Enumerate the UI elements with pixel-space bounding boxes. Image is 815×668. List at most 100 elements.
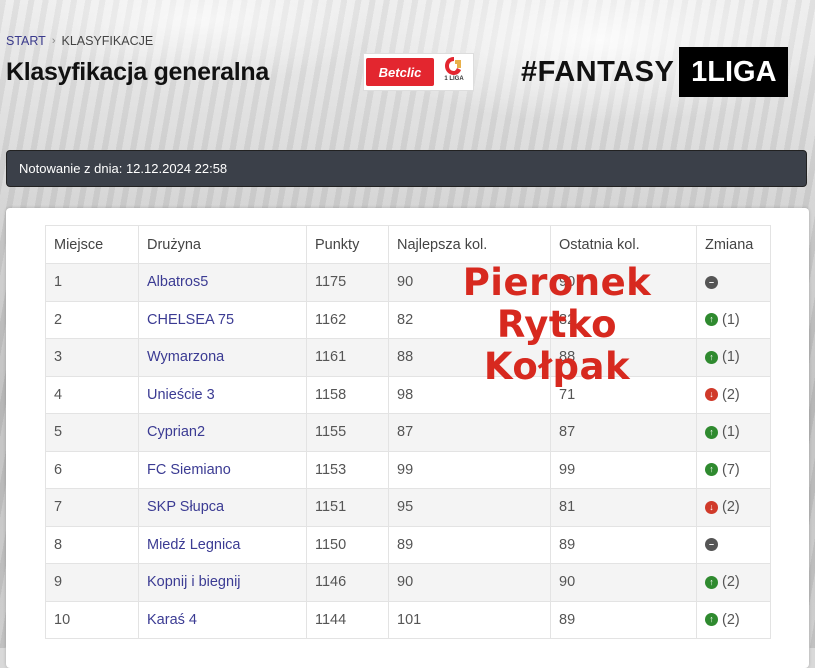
- table-row: 1 Albatros5 1175 90 90–: [45, 263, 771, 302]
- cell-change: ↑ (1): [696, 300, 771, 339]
- team-link[interactable]: Miedź Legnica: [147, 537, 241, 553]
- liga-badge-icon: 1 LIGA: [440, 56, 468, 88]
- change-indicator: ↓ (2): [705, 387, 762, 403]
- header-last-round: Ostatnia kol.: [550, 225, 697, 264]
- cell-points: 1151: [306, 488, 389, 527]
- cell-team: FC Siemiano: [138, 450, 307, 489]
- header-change: Zmiana: [696, 225, 771, 264]
- fantasy-league-box: 1LIGA: [679, 47, 789, 97]
- minus-icon: –: [705, 275, 718, 289]
- cell-best-round: 101: [388, 600, 551, 639]
- cell-best-round: 95: [388, 488, 551, 527]
- cell-points: 1150: [306, 525, 389, 564]
- overlay-names: Pieronek Rytko Kołpak: [462, 262, 652, 388]
- arrow-up-icon: ↑: [705, 313, 718, 327]
- team-link[interactable]: FC Siemiano: [147, 462, 231, 478]
- team-link[interactable]: Albatros5: [147, 274, 208, 290]
- arrow-up-icon: ↑: [705, 463, 718, 477]
- team-link[interactable]: Karaś 4: [147, 612, 197, 628]
- cell-team: Unieście 3: [138, 375, 307, 414]
- cell-last-round: 90: [550, 563, 697, 602]
- table-row: 9 Kopnij i biegnij 1146 90 90 ↑ (2): [45, 563, 771, 602]
- cell-place: 1: [45, 263, 139, 302]
- change-delta: (2): [722, 386, 740, 403]
- change-delta: (1): [722, 349, 740, 366]
- cell-place: 6: [45, 450, 139, 489]
- cell-last-round: 87: [550, 413, 697, 452]
- cell-last-round: 81: [550, 488, 697, 527]
- cell-change: ↓ (2): [696, 375, 771, 414]
- standings-table: Miejsce Drużyna Punkty Najlepsza kol. Os…: [45, 225, 771, 639]
- table-row: 5 Cyprian2 1155 87 87 ↑ (1): [45, 413, 771, 452]
- cell-points: 1144: [306, 600, 389, 639]
- cell-team: Wymarzona: [138, 338, 307, 377]
- cell-place: 3: [45, 338, 139, 377]
- cell-change: –: [696, 525, 771, 564]
- cell-best-round: 87: [388, 413, 551, 452]
- cell-points: 1158: [306, 375, 389, 414]
- change-indicator: ↓ (2): [705, 499, 762, 515]
- arrow-down-icon: ↓: [705, 500, 718, 514]
- fantasy-logo: #FANTASY 1LIGA: [521, 47, 789, 97]
- arrow-down-icon: ↓: [705, 388, 718, 402]
- change-indicator: –: [705, 275, 762, 289]
- cell-place: 7: [45, 488, 139, 527]
- table-row: 10 Karaś 4 1144 101 89 ↑ (2): [45, 600, 771, 639]
- fantasy-hashtag: #FANTASY: [521, 55, 675, 88]
- cell-team: Miedź Legnica: [138, 525, 307, 564]
- cell-change: ↓ (2): [696, 488, 771, 527]
- header-place: Miejsce: [45, 225, 139, 264]
- team-link[interactable]: Cyprian2: [147, 424, 205, 440]
- breadcrumb-start-link[interactable]: START: [6, 34, 46, 48]
- cell-place: 5: [45, 413, 139, 452]
- change-indicator: ↑ (2): [705, 574, 762, 590]
- cell-last-round: 89: [550, 525, 697, 564]
- update-notice: Notowanie z dnia: 12.12.2024 22:58: [6, 150, 807, 187]
- table-row: 8 Miedź Legnica 1150 89 89–: [45, 525, 771, 564]
- minus-icon: –: [705, 538, 718, 552]
- cell-points: 1161: [306, 338, 389, 377]
- change-delta: (7): [722, 461, 740, 478]
- breadcrumb: START › KLASYFIKACJE: [6, 34, 153, 48]
- standings-panel: Miejsce Drużyna Punkty Najlepsza kol. Os…: [6, 208, 809, 668]
- arrow-up-icon: ↑: [705, 350, 718, 364]
- change-indicator: ↑ (2): [705, 612, 762, 628]
- betclic-logo: Betclic: [366, 58, 434, 86]
- page-title: Klasyfikacja generalna: [6, 58, 269, 86]
- cell-place: 10: [45, 600, 139, 639]
- cell-team: CHELSEA 75: [138, 300, 307, 339]
- header-points: Punkty: [306, 225, 389, 264]
- overlay-name: Rytko: [496, 303, 618, 346]
- team-link[interactable]: Unieście 3: [147, 387, 215, 403]
- cell-team: Karaś 4: [138, 600, 307, 639]
- arrow-up-icon: ↑: [705, 575, 718, 589]
- team-link[interactable]: Kopnij i biegnij: [147, 574, 241, 590]
- table-row: 4 Unieście 3 1158 98 71 ↓ (2): [45, 375, 771, 414]
- team-link[interactable]: Wymarzona: [147, 349, 224, 365]
- cell-change: ↑ (2): [696, 600, 771, 639]
- overlay-name: Kołpak: [483, 345, 631, 388]
- cell-place: 9: [45, 563, 139, 602]
- cell-change: –: [696, 263, 771, 302]
- cell-points: 1155: [306, 413, 389, 452]
- sponsor-logo: Betclic 1 LIGA: [363, 53, 474, 91]
- cell-points: 1162: [306, 300, 389, 339]
- cell-change: ↑ (1): [696, 338, 771, 377]
- cell-points: 1175: [306, 263, 389, 302]
- table-row: 7 SKP Słupca 1151 95 81 ↓ (2): [45, 488, 771, 527]
- overlay-name: Pieronek: [462, 261, 652, 304]
- team-link[interactable]: SKP Słupca: [147, 499, 224, 515]
- cell-best-round: 89: [388, 525, 551, 564]
- arrow-up-icon: ↑: [705, 613, 718, 627]
- change-indicator: ↑ (1): [705, 312, 762, 328]
- team-link[interactable]: CHELSEA 75: [147, 312, 234, 328]
- cell-points: 1153: [306, 450, 389, 489]
- cell-best-round: 90: [388, 563, 551, 602]
- liga-badge-label: 1 LIGA: [444, 76, 464, 82]
- chevron-right-icon: ›: [51, 35, 56, 47]
- cell-place: 4: [45, 375, 139, 414]
- cell-change: ↑ (1): [696, 413, 771, 452]
- cell-last-round: 99: [550, 450, 697, 489]
- arrow-up-icon: ↑: [705, 425, 718, 439]
- table-row: 2 CHELSEA 75 1162 82 82 ↑ (1): [45, 300, 771, 339]
